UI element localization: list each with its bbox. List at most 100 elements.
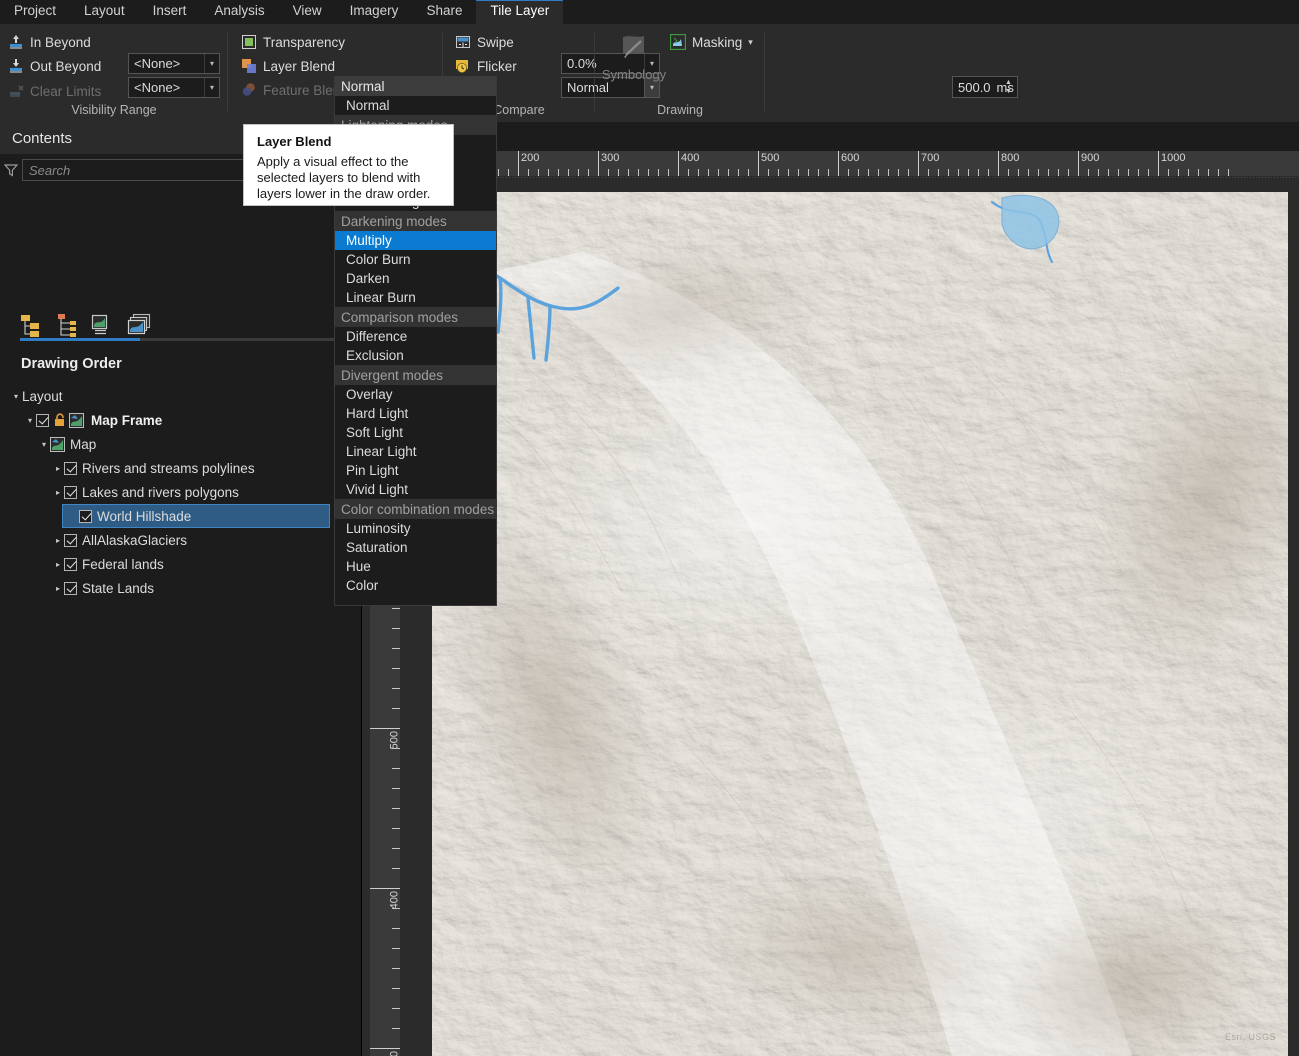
ruler-major-tick	[370, 888, 400, 889]
ribbon-tab-view[interactable]: View	[279, 0, 336, 24]
blend-option-soft-light[interactable]: Soft Light	[335, 423, 496, 442]
blend-option-luminosity[interactable]: Luminosity	[335, 519, 496, 538]
layer-visibility-checkbox[interactable]	[64, 558, 77, 571]
ruler-minor-tick	[988, 169, 989, 176]
blend-option-color-burn[interactable]: Color Burn	[335, 250, 496, 269]
flicker-duration-stepper[interactable]: 500.0 ms ▲▼	[952, 76, 1018, 98]
drawing-order-heading: Drawing Order	[21, 356, 122, 372]
collapse-arrow-icon[interactable]: ▾	[24, 408, 36, 432]
layer-visibility-checkbox[interactable]	[79, 510, 92, 523]
list-by-drawing-order-icon[interactable]	[18, 312, 44, 338]
ruler-minor-tick	[848, 169, 849, 176]
ruler-tick-label: 600	[838, 152, 859, 164]
swipe-icon	[455, 34, 471, 50]
layer-row-selected[interactable]: World Hillshade	[62, 504, 330, 528]
blend-option-vivid-light[interactable]: Vivid Light	[335, 480, 496, 499]
layer-name-label: Lakes and rivers polygons	[82, 485, 239, 500]
ruler-minor-tick	[858, 169, 859, 176]
layer-name-label: Rivers and streams polylines	[82, 461, 255, 476]
layer-row[interactable]: ▸State Lands	[0, 576, 362, 600]
blend-option-linear-burn[interactable]: Linear Burn	[335, 288, 496, 307]
blend-option-overlay[interactable]: Overlay	[335, 385, 496, 404]
expand-arrow-icon[interactable]: ▸	[52, 456, 64, 480]
blend-option-difference[interactable]: Difference	[335, 327, 496, 346]
ruler-minor-tick	[392, 628, 400, 629]
blend-option-color[interactable]: Color	[335, 576, 496, 595]
list-by-snapping-icon[interactable]	[126, 312, 152, 338]
ribbon-tab-imagery[interactable]: Imagery	[336, 0, 413, 24]
ruler-minor-tick	[608, 169, 609, 176]
list-by-source-icon[interactable]	[54, 312, 80, 338]
blend-option-darken[interactable]: Darken	[335, 269, 496, 288]
layer-row[interactable]: ▾Map	[0, 432, 362, 456]
layer-visibility-checkbox[interactable]	[64, 534, 77, 547]
transparency-row[interactable]: Transparency	[241, 31, 345, 53]
in-beyond-combo[interactable]: <None> ▾	[128, 53, 220, 74]
layer-row[interactable]: ▸ Rivers and streams polylines	[0, 456, 362, 480]
out-beyond-row[interactable]: Out Beyond	[8, 55, 101, 77]
ribbon-tab-insert[interactable]: Insert	[139, 0, 201, 24]
ribbon-tab-project[interactable]: Project	[0, 0, 70, 24]
horizontal-ruler[interactable]: 1002003004005006007008009001000	[362, 151, 1299, 176]
ribbon-tab-layout[interactable]: Layout	[70, 0, 139, 24]
layer-row[interactable]: ▸ Lakes and rivers polygons	[0, 480, 362, 504]
ribbon-tab-share[interactable]: Share	[412, 0, 476, 24]
chevron-down-icon[interactable]: ▾	[748, 37, 753, 48]
ruler-minor-tick	[828, 169, 829, 176]
blend-option-linear-light[interactable]: Linear Light	[335, 442, 496, 461]
collapse-arrow-icon[interactable]: ▾	[10, 384, 22, 408]
list-by-selection-icon[interactable]	[90, 312, 116, 338]
layer-visibility-checkbox[interactable]	[64, 486, 77, 499]
ribbon-tab-analysis[interactable]: Analysis	[200, 0, 278, 24]
out-beyond-combo[interactable]: <None> ▾	[128, 77, 220, 98]
layer-blend-row[interactable]: Layer Blend	[241, 55, 335, 77]
blend-option-normal[interactable]: Normal	[335, 96, 496, 115]
expand-arrow-icon[interactable]: ▸	[52, 552, 64, 576]
blend-option-multiply[interactable]: Multiply	[335, 231, 496, 250]
filter-icon[interactable]	[0, 163, 22, 177]
collapse-arrow-icon[interactable]: ▾	[38, 432, 50, 456]
blend-option-hue[interactable]: Hue	[335, 557, 496, 576]
ruler-tick-label: 1000	[1158, 152, 1185, 164]
flicker-row[interactable]: Flicker	[455, 55, 517, 77]
layer-row[interactable]: ▾Map Frame	[0, 408, 362, 432]
ruler-minor-tick	[392, 868, 400, 869]
blend-option-normal-current[interactable]: Normal	[335, 77, 496, 96]
blend-option-saturation[interactable]: Saturation	[335, 538, 496, 557]
blend-option-exclusion[interactable]: Exclusion	[335, 346, 496, 365]
layer-name-label: AllAlaskaGlaciers	[82, 533, 187, 548]
ruler-minor-tick	[508, 169, 509, 176]
ruler-minor-tick	[868, 169, 869, 176]
blend-option-hard-light[interactable]: Hard Light	[335, 404, 496, 423]
blend-option-pin-light[interactable]: Pin Light	[335, 461, 496, 480]
ruler-tick-label: 800	[998, 152, 1019, 164]
swipe-row[interactable]: Swipe	[455, 31, 514, 53]
ruler-minor-tick	[1108, 169, 1109, 176]
layout-page-canvas[interactable]: Esri, USGS	[432, 192, 1288, 1056]
layer-row[interactable]: ▸ Federal lands	[0, 552, 362, 576]
ruler-tick-label: 500	[388, 731, 400, 749]
layer-row[interactable]: ▾Layout	[0, 384, 362, 408]
ruler-tick-label: 300	[388, 1051, 400, 1056]
feature-blend-icon	[241, 82, 257, 98]
layer-visibility-checkbox[interactable]	[36, 414, 49, 427]
layer-row[interactable]: ▸ AllAlaskaGlaciers	[0, 528, 362, 552]
layer-visibility-checkbox[interactable]	[64, 462, 77, 475]
ruler-minor-tick	[392, 828, 400, 829]
layer-visibility-checkbox[interactable]	[64, 582, 77, 595]
ribbon-tab-tile-layer[interactable]: Tile Layer	[476, 0, 563, 24]
in-beyond-row[interactable]: In Beyond	[8, 31, 91, 53]
tooltip-body: Apply a visual effect to the selected la…	[257, 154, 443, 202]
ruler-minor-tick	[618, 169, 619, 176]
expand-arrow-icon[interactable]: ▸	[52, 576, 64, 600]
masking-button[interactable]: Masking ▾	[670, 31, 753, 53]
layer-blend-label: Layer Blend	[263, 59, 335, 74]
spinner-arrows-icon[interactable]: ▲▼	[1003, 79, 1014, 95]
layer-name-label: Federal lands	[82, 557, 164, 572]
chevron-down-icon[interactable]: ▾	[204, 54, 219, 73]
expand-arrow-icon[interactable]: ▸	[52, 480, 64, 504]
expand-arrow-icon[interactable]: ▸	[52, 528, 64, 552]
chevron-down-icon[interactable]: ▾	[204, 78, 219, 97]
masking-icon	[670, 34, 686, 50]
ruler-tick-label: 900	[1078, 152, 1099, 164]
